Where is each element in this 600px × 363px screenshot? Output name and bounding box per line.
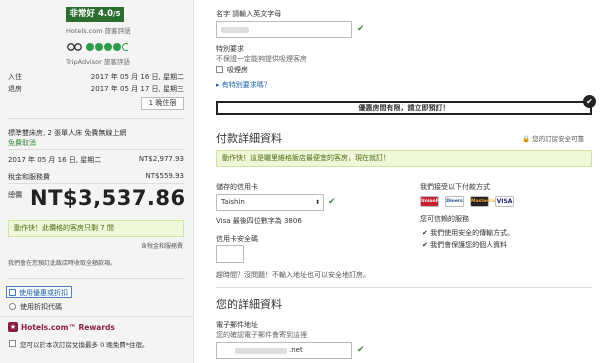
checkin-value: 2017 年 05 月 16 日, 星期二 [90, 73, 184, 81]
cheapest-banner: 動作快！這是曬里維格飯店最便宜的客房，現在就訂！ [216, 150, 592, 167]
trust-item-1: ✔ 我們使用安全的傳輸方式。 [422, 229, 515, 237]
divider [8, 149, 184, 150]
secure-note-text: 您的訂房安全可靠 [532, 135, 585, 143]
email-suffix: .net [289, 346, 303, 354]
night-price: NT$2,977.93 [138, 155, 184, 163]
rewards-text: 您可以於本次訂房兌換最多 0 晚免費*住宿。 [20, 341, 149, 349]
payment-title: 付款詳細資料 [216, 132, 282, 145]
hotels-reviews-caption: Hotels.com 旅客評語 [66, 27, 131, 35]
rewards-icon: ★ [8, 322, 18, 332]
tripadvisor-caption: TripAdvisor 旅客評語 [66, 58, 130, 66]
select-arrows-icon: ⬍ [314, 199, 320, 206]
checkin-row: 入住 2017 年 05 月 16 日, 星期二 [8, 72, 184, 82]
unionpay-card-icon: UnionPay [420, 196, 445, 207]
rating-score: 4.0 [97, 9, 114, 19]
name-valid-check-icon: ✔ [357, 24, 365, 34]
deposit-note: 我們會在您預訂此飯店時收取全額款項。 [8, 260, 117, 267]
check-badge-icon: ✔ [583, 95, 596, 108]
visa-card-icon: VISA [495, 196, 514, 207]
card-last4: Visa 最後四位數字為 3806 [216, 217, 302, 225]
details-title: 您的詳細資料 [216, 298, 282, 311]
booking-summary: 非常好 4.0/5 Hotels.com 旅客評語 TripAdvisor 旅客… [0, 0, 194, 363]
divider [0, 316, 194, 317]
trust-label: 您可信賴的服務 [420, 215, 469, 223]
coupon-checkbox[interactable] [9, 289, 16, 296]
night-date: 2017 年 05 月 16 日, 星期二 [8, 156, 102, 164]
coupon-option[interactable]: 使用優惠或折扣 [6, 286, 72, 298]
tax-note: 含稅金和服務費 [140, 243, 183, 250]
divider [8, 118, 184, 119]
redacted-name [221, 27, 249, 33]
saved-card-label: 儲存的信用卡 [216, 183, 258, 191]
total-price: NT$3,537.86 [30, 186, 186, 210]
checkout-label: 退房 [8, 85, 22, 93]
email-sub: 您的確認電子郵件會寄到這裡 [216, 331, 307, 339]
trust-item-2-text: 我們會保護您的個人資料 [430, 241, 508, 249]
checkout-value: 2017 年 05 月 17 日, 星期三 [90, 85, 184, 93]
code-label: 使用折扣代碼 [20, 303, 62, 311]
nights-button[interactable]: 1 晚住宿 [141, 97, 184, 110]
tax-value: NT$559.93 [145, 172, 184, 180]
divider [216, 287, 592, 288]
accepted-cards-label: 我們接受以下付款方式 [420, 183, 490, 191]
tax-label: 稅金和服務費 [8, 173, 50, 181]
rating-label: 非常好 [69, 9, 96, 19]
checkout-row: 退房 2017 年 05 月 17 日, 星期三 [8, 84, 184, 94]
rewards-checkbox[interactable] [9, 340, 16, 347]
divider [8, 183, 184, 184]
secure-note: 🔒 您的訂房安全可靠 [522, 135, 585, 143]
cvv-input[interactable] [216, 245, 244, 263]
rating-max: /5 [113, 10, 121, 18]
name-input[interactable] [216, 21, 352, 38]
timeout-note: 趕時間？沒問題！不輸入地址也可以安全地訂房。 [216, 271, 370, 279]
rating-badge: 非常好 4.0/5 [66, 7, 124, 22]
total-label: 總價 [8, 191, 22, 199]
smoking-label: 吸煙房 [227, 66, 248, 74]
email-label: 電子郵件地址 [216, 321, 258, 329]
hurry-banner: 動作快！此價格的客房只剩 7 間 [8, 220, 184, 237]
night-price-row: 2017 年 05 月 16 日, 星期二 NT$2,977.93 [8, 155, 184, 165]
smoking-checkbox[interactable] [216, 66, 223, 73]
saved-card-select[interactable]: Taishin ⬍ [216, 194, 324, 211]
special-request-link-text: 有特別要求嗎？ [221, 81, 271, 89]
code-radio[interactable] [9, 303, 16, 310]
tripadvisor-logo-icon [67, 43, 128, 51]
booking-form: 名字 請輸入英文字母 ✔ 特別要求 不保證一定能夠提供吸煙客房 吸煙房 ▸ 有特… [202, 0, 600, 363]
checkin-label: 入住 [8, 73, 22, 81]
special-request-label: 特別要求 [216, 45, 244, 53]
rewards-label: Hotels.com™ Rewards [21, 323, 115, 332]
room-description: 標準雙床房, 2 張單人床 免費無線上網 [8, 129, 127, 137]
trust-item-1-text: 我們使用安全的傳輸方式。 [430, 229, 515, 237]
saved-card-value: Taishin [221, 198, 245, 206]
coupon-label: 使用優惠或折扣 [19, 289, 68, 297]
special-request-link[interactable]: ▸ 有特別要求嗎？ [216, 80, 271, 90]
card-valid-check-icon: ✔ [328, 197, 336, 207]
free-cancel-text: 免費取消 [8, 139, 36, 147]
trust-item-2: ✔ 我們會保護您的個人資料 [422, 241, 508, 249]
diners-card-icon: Diners [445, 196, 464, 207]
cvv-label: 信用卡安全碼 [216, 235, 258, 243]
divider [8, 278, 184, 279]
name-label: 名字 請輸入英文字母 [216, 10, 282, 18]
special-request-sub: 不保證一定能夠提供吸煙客房 [216, 55, 307, 63]
urgent-banner: 優惠房間有限，請立即預訂！ [216, 101, 592, 115]
redacted-email [235, 348, 287, 354]
mastercard-card-icon: MasterCard [470, 196, 500, 207]
email-valid-check-icon: ✔ [357, 345, 365, 355]
email-input[interactable]: .net [216, 342, 352, 359]
tax-row: 稅金和服務費 NT$559.93 [8, 172, 184, 182]
